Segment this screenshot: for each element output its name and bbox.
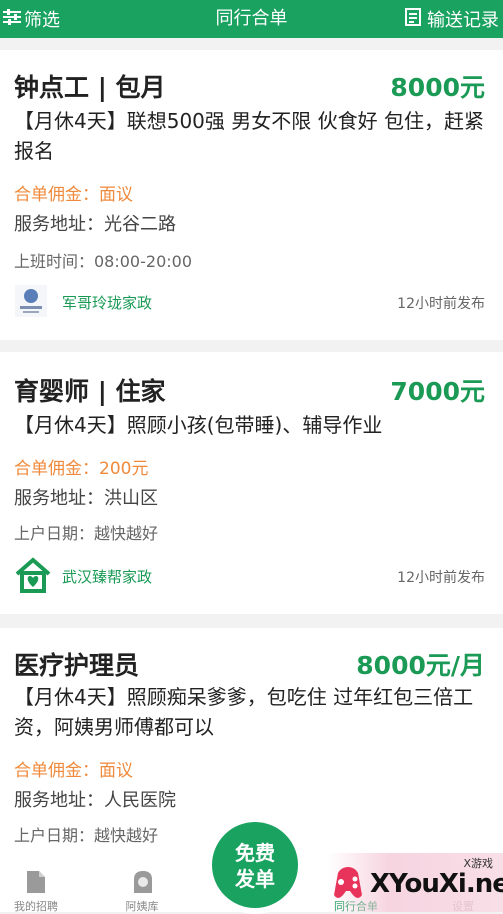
post-order-button[interactable]: 免费 发单 bbox=[206, 816, 304, 914]
job-title: 医疗护理员 bbox=[14, 651, 140, 680]
job-title: 钟点工 | 包月 bbox=[14, 73, 166, 102]
job-card[interactable]: 钟点工 | 包月 8000元 【月休4天】联想500强 男女不限 伙食好 包住，… bbox=[0, 50, 503, 340]
job-title: 育婴师 | 住家 bbox=[14, 377, 166, 406]
tab-my-recruitment[interactable]: 我的招聘 bbox=[0, 858, 81, 913]
job-commission: 合单佣金：200元 bbox=[14, 459, 149, 479]
watermark-text: XYouXi.net bbox=[370, 869, 503, 899]
job-description: 【月休4天】联想500强 男女不限 伙食好 包住，赶紧报名 bbox=[14, 109, 484, 163]
site-watermark: X游戏 XYouXi.net bbox=[328, 853, 503, 912]
job-card[interactable]: 育婴师 | 住家 7000元 【月休4天】照顾小孩(包带睡)、辅导作业 合单佣金… bbox=[0, 352, 503, 614]
job-salary: 8000元 bbox=[390, 73, 485, 102]
records-button[interactable]: 输送记录 bbox=[405, 0, 499, 38]
post-order-label: 免费 发单 bbox=[235, 841, 275, 891]
job-commission: 合单佣金：面议 bbox=[14, 761, 133, 781]
job-time: 上户日期：越快越好 bbox=[14, 826, 159, 845]
job-description: 【月休4天】照顾痴呆爹爹，包吃住 过年红包三倍工资，阿姨男师傅都可以 bbox=[14, 685, 474, 739]
agency-name[interactable]: 武汉臻帮家政 bbox=[62, 566, 152, 587]
person-icon bbox=[132, 870, 154, 898]
job-salary: 8000元/月 bbox=[356, 651, 485, 680]
job-commission: 合单佣金：面议 bbox=[14, 185, 133, 205]
job-address: 服务地址：洪山区 bbox=[14, 488, 158, 509]
job-address: 服务地址：光谷二路 bbox=[14, 214, 176, 235]
filter-label: 筛选 bbox=[24, 10, 60, 31]
posted-time: 12小时前发布 bbox=[397, 296, 485, 312]
job-description: 【月休4天】照顾小孩(包带睡)、辅导作业 bbox=[14, 413, 383, 437]
tab-nanny-pool[interactable]: 阿姨库 bbox=[97, 858, 187, 913]
top-bar: 筛选 同行合单 输送记录 bbox=[0, 0, 503, 38]
job-time: 上户日期：越快越好 bbox=[14, 524, 159, 543]
filter-icon bbox=[2, 8, 22, 31]
document-icon bbox=[405, 7, 421, 31]
agency-logo bbox=[14, 284, 48, 318]
filter-button[interactable]: 筛选 bbox=[0, 0, 60, 38]
agency-name[interactable]: 军哥玲珑家政 bbox=[62, 292, 152, 313]
job-salary: 7000元 bbox=[390, 377, 485, 406]
job-address: 服务地址：人民医院 bbox=[14, 790, 176, 811]
document-icon bbox=[26, 870, 46, 898]
agency-logo bbox=[14, 556, 51, 593]
records-label: 输送记录 bbox=[427, 10, 499, 31]
posted-time: 12小时前发布 bbox=[397, 570, 485, 586]
job-time: 上班时间：08:00-20:00 bbox=[14, 252, 192, 271]
